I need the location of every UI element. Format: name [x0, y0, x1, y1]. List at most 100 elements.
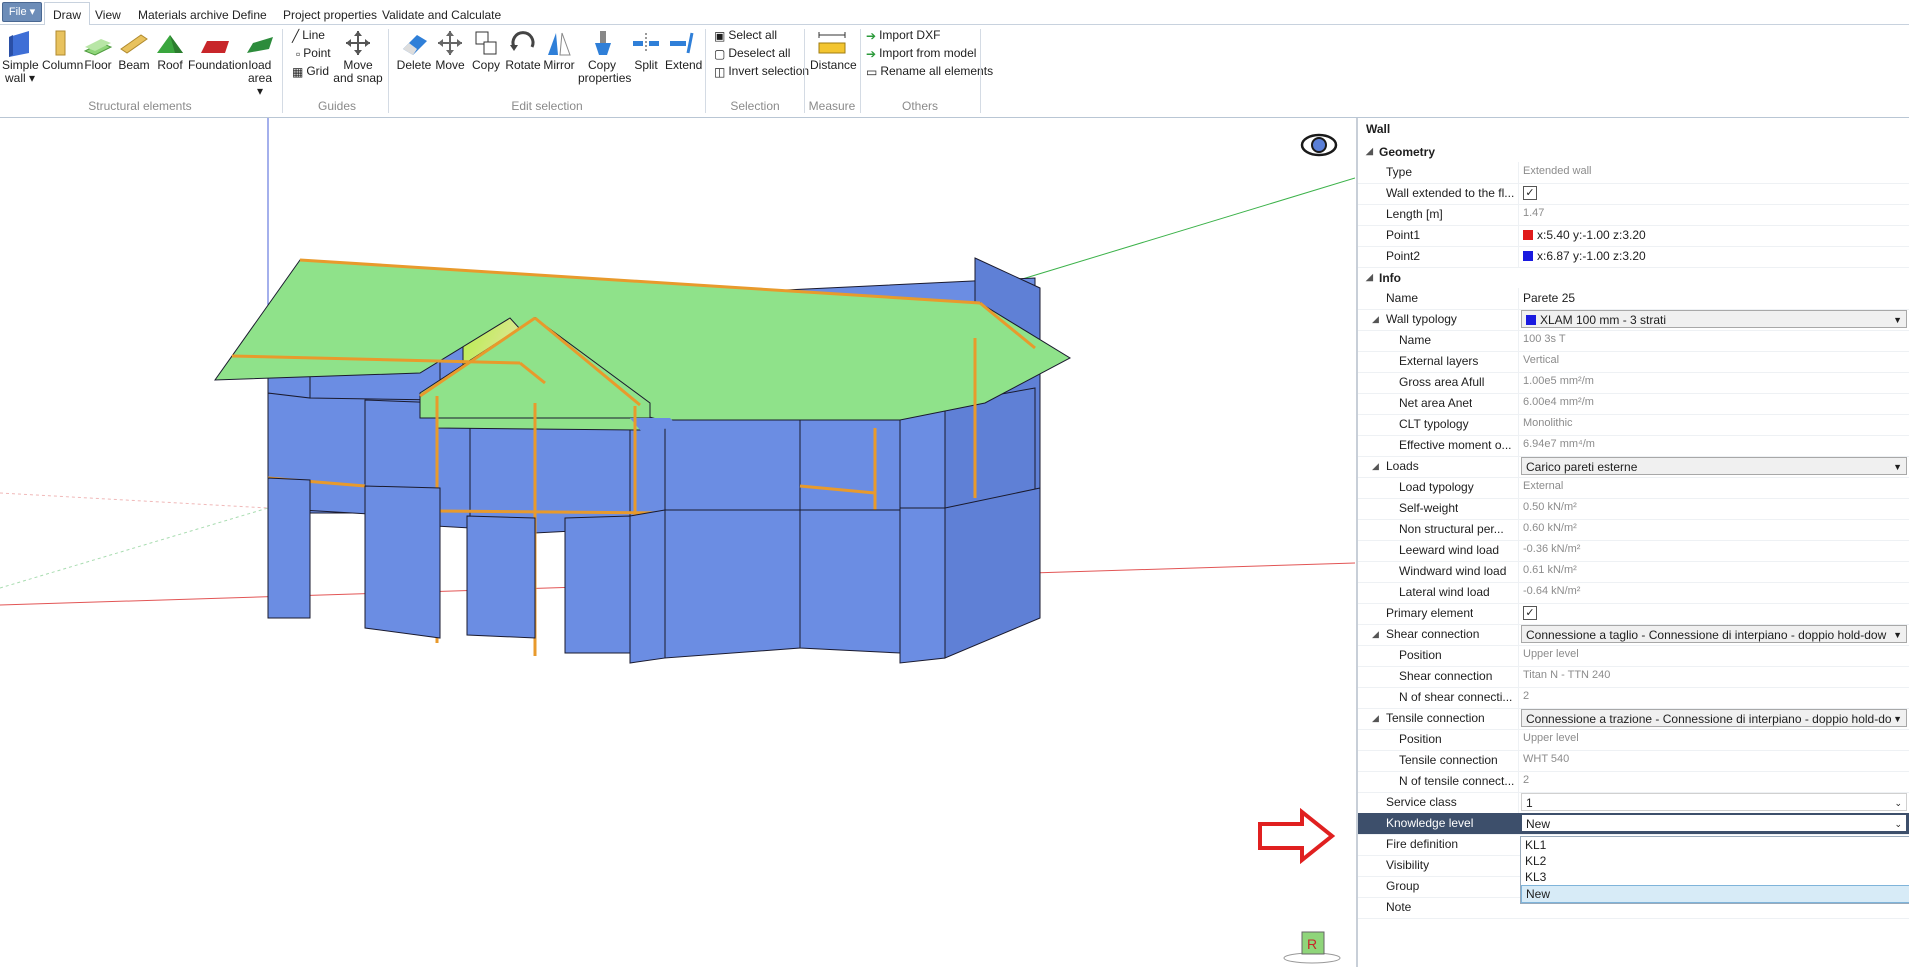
delete-label: Delete: [396, 58, 432, 72]
copy-properties-button[interactable]: Copy properties: [578, 29, 631, 85]
distance-label: Distance: [810, 58, 857, 72]
prop-label: Non structural per...: [1399, 522, 1504, 536]
prop-value: -0.64 kN/m²: [1523, 585, 1581, 597]
file-menu-button[interactable]: File ▾: [2, 2, 42, 22]
invert-selection-button[interactable]: ◫ Invert selection: [714, 63, 809, 79]
wall-typology-select[interactable]: XLAM 100 mm - 3 strati ▼: [1521, 310, 1907, 328]
column-icon: [55, 30, 66, 56]
simple-wall-button[interactable]: Simple wall ▾: [2, 29, 39, 85]
shear-connection-select[interactable]: Connessione a taglio - Connessione di in…: [1521, 625, 1907, 643]
primary-checkbox[interactable]: ✓: [1523, 606, 1537, 620]
info-section[interactable]: ◢ Info: [1358, 268, 1909, 288]
prop-label: Service class: [1386, 795, 1457, 809]
service-class-select[interactable]: 1 ⌄: [1521, 793, 1907, 811]
prop-label: Effective moment o...: [1399, 438, 1512, 452]
prop-label: Visibility: [1386, 858, 1430, 872]
line-button[interactable]: ╱ Line: [292, 27, 325, 43]
3d-viewport[interactable]: R: [0, 118, 1355, 967]
extended-checkbox[interactable]: ✓: [1523, 186, 1537, 200]
tab-define[interactable]: Define: [232, 0, 267, 24]
prop-row-knowledge-level: Knowledge level New ⌄: [1358, 813, 1909, 835]
ribbon-separator: [804, 29, 805, 113]
combo-value: New: [1526, 817, 1551, 831]
load-area-button[interactable]: load area ▾: [244, 29, 276, 98]
guides-group-label: Guides: [317, 99, 357, 113]
prop-label: Wall typology: [1386, 312, 1457, 326]
collapse-icon[interactable]: ◢: [1372, 461, 1379, 472]
prop-row-lateral: Lateral wind load -0.64 kN/m²: [1358, 582, 1909, 604]
prop-row-length: Length [m] 1.47: [1358, 204, 1909, 226]
dropdown-option[interactable]: KL3: [1521, 869, 1909, 885]
roof-label: Roof: [157, 58, 183, 72]
prop-value: 2: [1523, 774, 1530, 786]
prop-label: N of tensile connect...: [1399, 774, 1515, 788]
beam-button[interactable]: Beam: [118, 29, 150, 72]
copy-button[interactable]: Copy: [470, 29, 502, 72]
name-field[interactable]: Parete 25: [1523, 291, 1575, 305]
tab-materials-archive[interactable]: Materials archive: [138, 0, 229, 24]
grid-button[interactable]: ▦ Grid: [292, 63, 329, 79]
load-area-label: load area: [247, 58, 273, 85]
column-button[interactable]: Column: [42, 29, 83, 72]
move-button[interactable]: Move: [434, 29, 466, 72]
invert-selection-icon: ◫: [714, 64, 726, 79]
prop-label: Load typology: [1399, 480, 1474, 494]
prop-label: Tensile connection: [1399, 753, 1498, 767]
dropdown-option[interactable]: KL1: [1521, 837, 1909, 853]
collapse-icon[interactable]: ◢: [1372, 713, 1379, 724]
mirror-button[interactable]: Mirror: [542, 29, 576, 72]
prop-row-shear-connection: Shear connection Titan N - TTN 240: [1358, 666, 1909, 688]
point-button[interactable]: ▫ Point: [296, 45, 331, 61]
rotate-button[interactable]: Rotate: [505, 29, 541, 72]
move-and-snap-button[interactable]: Move and snap: [333, 29, 383, 85]
dropdown-option[interactable]: KL2: [1521, 853, 1909, 869]
tab-validate-calculate[interactable]: Validate and Calculate: [382, 0, 501, 24]
collapse-icon[interactable]: ◢: [1366, 146, 1373, 157]
prop-row-shear: ◢ Shear connection Connessione a taglio -…: [1358, 624, 1909, 646]
copy-label: Copy: [471, 58, 500, 72]
collapse-icon[interactable]: ◢: [1372, 314, 1379, 325]
panel-title: Wall: [1366, 122, 1391, 136]
extend-button[interactable]: Extend: [665, 29, 702, 72]
chevron-down-icon: ▼: [1893, 714, 1902, 724]
tensile-connection-select[interactable]: Connessione a trazione - Connessione di …: [1521, 709, 1907, 727]
chevron-down-icon: ⌄: [1894, 798, 1902, 808]
select-all-button[interactable]: ▣ Select all: [714, 27, 777, 43]
collapse-icon[interactable]: ◢: [1366, 272, 1373, 283]
file-menu-label: File: [8, 6, 27, 18]
prop-row-load-typology: Load typology External: [1358, 477, 1909, 499]
prop-label: Point2: [1386, 249, 1421, 263]
import-dxf-button[interactable]: ➔ Import DXF: [866, 27, 940, 43]
prop-label: Knowledge level: [1386, 816, 1474, 830]
copy-properties-label: Copy properties: [578, 58, 632, 85]
knowledge-level-select[interactable]: New ⌄: [1521, 814, 1907, 832]
collapse-icon[interactable]: ◢: [1372, 629, 1379, 640]
foundation-button[interactable]: Foundation: [188, 29, 248, 72]
tab-project-properties[interactable]: Project properties: [283, 0, 377, 24]
move-snap-label: Move and snap: [333, 58, 383, 85]
loads-select[interactable]: Carico pareti esterne ▼: [1521, 457, 1907, 475]
point-label: Point: [303, 46, 331, 60]
roof-button[interactable]: Roof: [154, 29, 186, 72]
prop-value: 0.50 kN/m²: [1523, 501, 1577, 513]
prop-value: 0.60 kN/m²: [1523, 522, 1577, 534]
tab-draw[interactable]: Draw: [44, 2, 91, 26]
dropdown-option[interactable]: New: [1521, 885, 1909, 903]
split-button[interactable]: Split: [629, 29, 663, 72]
svg-text:R: R: [1307, 936, 1317, 952]
deselect-all-button[interactable]: ▢ Deselect all: [714, 45, 790, 61]
selection-group-label: Selection: [730, 99, 780, 113]
rename-all-button[interactable]: ▭ Rename all elements: [866, 63, 993, 79]
grid-label: Grid: [306, 64, 330, 78]
geometry-section[interactable]: ◢ Geometry: [1358, 142, 1909, 162]
tab-view[interactable]: View: [95, 0, 121, 24]
wall-icon: [9, 31, 29, 57]
distance-button[interactable]: Distance: [810, 29, 857, 72]
prop-label: Point1: [1386, 228, 1421, 242]
model-render: [0, 118, 1355, 664]
delete-button[interactable]: Delete: [396, 29, 432, 72]
eye-icon[interactable]: [1300, 132, 1338, 158]
import-from-model-button[interactable]: ➔ Import from model: [866, 45, 976, 61]
prop-label: Type: [1386, 165, 1413, 179]
floor-button[interactable]: Floor: [82, 29, 114, 72]
